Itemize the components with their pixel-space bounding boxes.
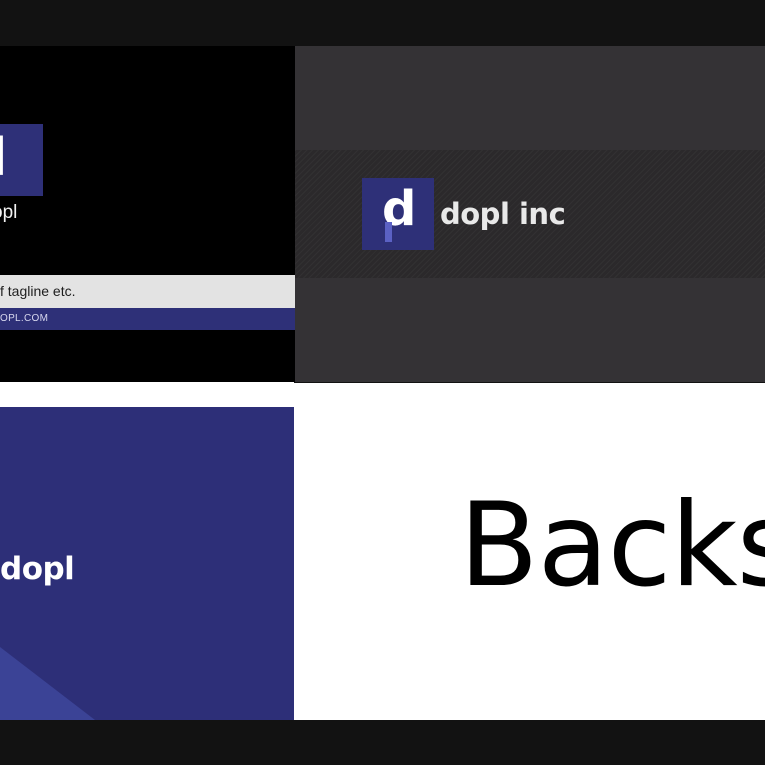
- brand-name: dopl: [0, 551, 75, 587]
- tagline-band: f tagline etc.: [0, 275, 295, 308]
- business-card-front-gray: d dopl inc: [295, 46, 765, 382]
- brand-name: dopl inc: [440, 197, 566, 231]
- url-text: OPL.COM: [0, 313, 49, 324]
- url-band: OPL.COM: [0, 308, 295, 330]
- business-card-back-navy: dopl: [0, 407, 294, 720]
- logo-mark: d: [0, 124, 43, 196]
- tagline-text: f tagline etc.: [0, 283, 76, 299]
- brand-name: opl: [0, 202, 18, 223]
- section-label-panel: Backs: [294, 383, 765, 720]
- logo-letter: d: [0, 132, 7, 184]
- business-card-front-black: d opl f tagline etc. OPL.COM: [0, 46, 295, 382]
- logo-accent: [385, 222, 392, 242]
- logo-mark: d: [362, 178, 434, 250]
- divider-strip: [0, 382, 294, 407]
- section-heading: Backs: [459, 478, 765, 613]
